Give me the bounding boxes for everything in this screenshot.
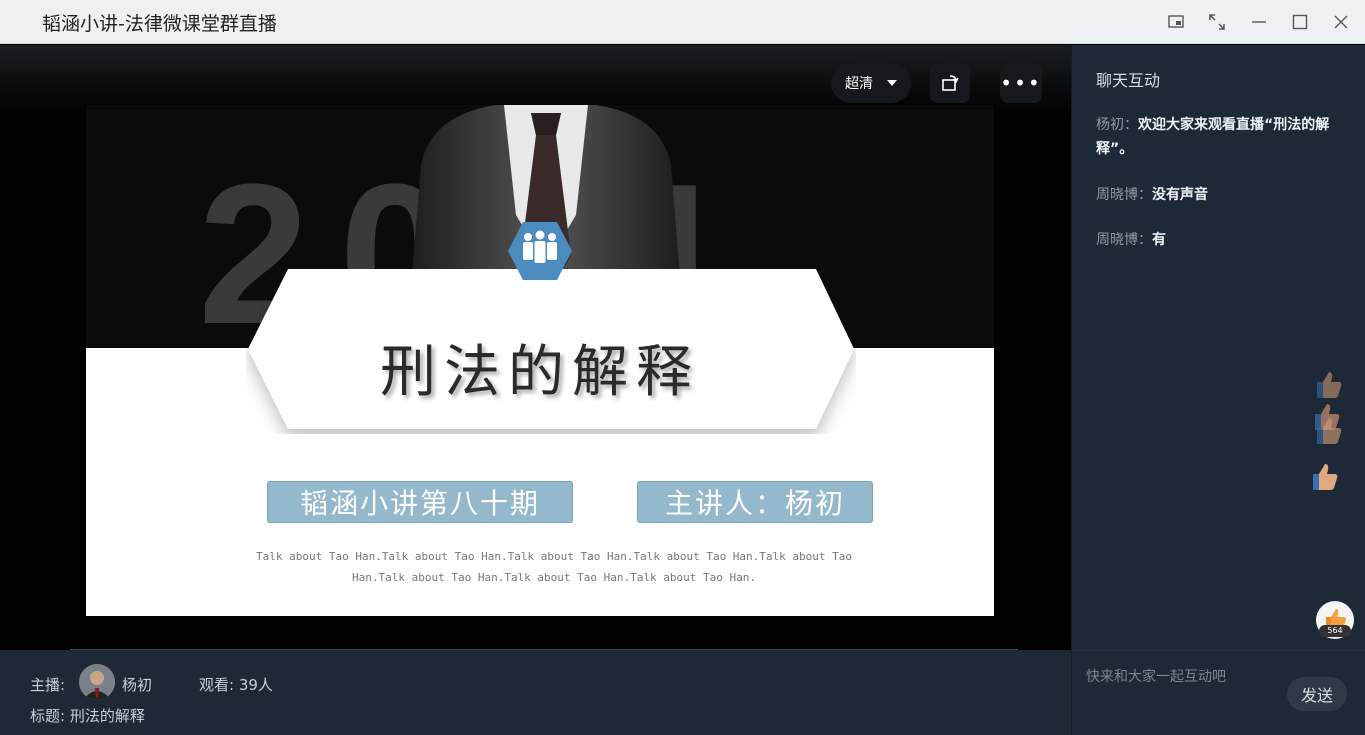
- minimize-icon[interactable]: [1245, 8, 1273, 36]
- chat-message: 周晓博：有: [1096, 228, 1346, 252]
- send-button[interactable]: 发送: [1287, 677, 1347, 711]
- pip-icon[interactable]: [1162, 8, 1190, 36]
- chevron-down-icon: [887, 80, 897, 86]
- chat-text: 没有声音: [1152, 187, 1208, 203]
- chat-message: 周晓博：没有声音: [1096, 183, 1346, 207]
- chat-input[interactable]: [1086, 665, 1286, 689]
- avatar[interactable]: [79, 664, 115, 700]
- host-name: 杨初: [122, 676, 153, 694]
- chat-input-area: 发送: [1071, 650, 1365, 735]
- maximize-icon[interactable]: [1286, 8, 1314, 36]
- slide-caption: Talk about Tao Han.Talk about Tao Han.Ta…: [255, 550, 853, 584]
- quality-select[interactable]: 超清: [831, 63, 911, 103]
- slide-title: 刑法的解释: [380, 340, 700, 405]
- host-label: 主播:: [30, 676, 66, 694]
- more-icon: •••: [1000, 71, 1042, 95]
- chat-message: 杨初：欢迎大家来观看直播“刑法的解释”。: [1096, 113, 1346, 161]
- fullscreen-icon[interactable]: [1203, 8, 1231, 36]
- thumbs-up-icon: [1313, 464, 1338, 490]
- chat-sender: 杨初：: [1096, 117, 1138, 133]
- floating-likes-icon: [1315, 372, 1342, 444]
- team-icon: [508, 222, 572, 280]
- viewer-count: 观看: 39人: [199, 676, 273, 694]
- speaker-label: 主讲人：杨初: [637, 481, 873, 523]
- session-label: 韬涵小讲第八十期: [267, 481, 573, 523]
- title-bar: 韬涵小讲-法律微课堂群直播: [0, 0, 1365, 44]
- presentation-slide: 2021: [86, 105, 994, 616]
- rotate-icon: [942, 75, 959, 91]
- chat-title: 聊天互动: [1096, 71, 1161, 90]
- chat-sender: 周晓博：: [1096, 232, 1152, 248]
- window-title: 韬涵小讲-法律微课堂群直播: [42, 13, 277, 35]
- quality-label: 超清: [845, 76, 873, 92]
- close-icon[interactable]: [1327, 8, 1355, 36]
- stream-info-bar: 主播: 杨初 观看: 39人 标题: 刑法的解释: [0, 650, 1071, 735]
- like-count: 564: [1319, 625, 1351, 637]
- chat-sender: 周晓博：: [1096, 187, 1152, 203]
- more-button[interactable]: •••: [1000, 63, 1042, 103]
- chat-text: 有: [1152, 232, 1166, 248]
- video-player[interactable]: 2021: [0, 45, 1071, 650]
- rotate-button[interactable]: [930, 63, 970, 103]
- stream-topic: 标题: 刑法的解释: [30, 707, 145, 725]
